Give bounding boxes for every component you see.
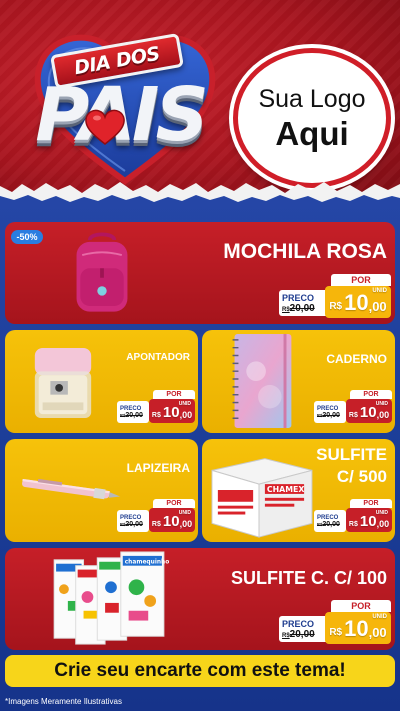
product-name: CADERNO bbox=[326, 352, 387, 366]
unit-label: UNID bbox=[372, 614, 387, 620]
old-price-value: 20,00 bbox=[125, 520, 143, 528]
product-card-caderno[interactable]: CADERNO POR PRECO R$20,00 R$ 10 ,00 UNID bbox=[202, 330, 395, 433]
old-price-value: 20,00 bbox=[322, 520, 340, 528]
cta-banner[interactable]: Crie seu encarte com este tema! bbox=[5, 655, 395, 687]
currency: R$ bbox=[151, 521, 161, 528]
new-price-int: 10 bbox=[359, 513, 377, 530]
old-price: R$20,00 bbox=[120, 521, 149, 528]
price-tag: POR PRECO R$20,00 R$ 10 ,00 UNID bbox=[279, 600, 391, 644]
header-banner: DIA DOS PAIS Sua Logo Aqui bbox=[0, 0, 400, 200]
currency: R$ bbox=[329, 627, 343, 638]
old-price: R$20,00 bbox=[317, 412, 346, 419]
currency: R$ bbox=[348, 521, 358, 528]
paper-brand-text: CHAMEX bbox=[267, 485, 305, 494]
product-name-line-1: SULFITE bbox=[316, 445, 387, 464]
old-price: R$20,00 bbox=[317, 521, 346, 528]
new-price-int: 10 bbox=[359, 404, 377, 421]
old-price-value: 20,00 bbox=[289, 302, 315, 314]
product-card-mochila[interactable]: -50% MOCHILA ROSA POR PRECO R$20,00 R$ 1… bbox=[5, 222, 395, 324]
price-label: PRECO bbox=[282, 618, 315, 629]
product-card-sulfite-500[interactable]: CHAMEX SULFITE C/ 500 POR PRECO R$20,00 … bbox=[202, 439, 395, 542]
new-price: R$ 10 ,00 UNID bbox=[346, 399, 392, 423]
new-price-int: 10 bbox=[344, 616, 369, 641]
price-tag: POR PRECO R$20,00 R$ 10 ,00 UNID bbox=[279, 274, 391, 318]
product-card-apontador[interactable]: APONTADOR POR PRECO R$20,00 R$ 10 ,00 UN… bbox=[5, 330, 198, 433]
por-label: POR bbox=[331, 600, 391, 612]
new-price-int: 10 bbox=[162, 404, 180, 421]
old-price-value: 20,00 bbox=[289, 628, 315, 640]
new-price-dec: ,00 bbox=[376, 410, 390, 420]
old-price-prefix: R$ bbox=[282, 632, 290, 639]
torn-paper-divider bbox=[0, 182, 400, 208]
product-name: LAPIZEIRA bbox=[126, 461, 190, 475]
product-name: APONTADOR bbox=[126, 352, 190, 363]
logo-line-2: Aqui bbox=[275, 115, 349, 152]
old-price-box: PRECO R$20,00 bbox=[117, 510, 149, 532]
new-price-int: 10 bbox=[162, 513, 180, 530]
price-tag: POR PRECO R$20,00 R$ 10 ,00 UNID bbox=[117, 499, 195, 533]
currency: R$ bbox=[348, 412, 358, 419]
old-price-box: PRECO R$20,00 bbox=[117, 401, 149, 423]
new-price: R$ 10 ,00 UNID bbox=[325, 612, 391, 644]
price-tag: POR PRECO R$20,00 R$ 10 ,00 UNID bbox=[314, 499, 392, 533]
logo-placeholder: Sua Logo Aqui bbox=[233, 48, 391, 188]
new-price-dec: ,00 bbox=[368, 625, 387, 640]
old-price-box: PRECO R$20,00 bbox=[279, 616, 329, 642]
product-name-line-2: C/ 500 bbox=[336, 467, 387, 486]
old-price: R$20,00 bbox=[282, 303, 329, 314]
por-label: POR bbox=[350, 390, 392, 399]
unit-label: UNID bbox=[375, 401, 388, 407]
unit-label: UNID bbox=[375, 510, 388, 516]
currency: R$ bbox=[329, 301, 343, 312]
product-name: SULFITE C. C/ 100 bbox=[230, 568, 387, 588]
product-card-sulfite-100[interactable]: chamequinho SULFITE C. C/ 100 POR PRECO … bbox=[5, 548, 395, 650]
discount-badge: -50% bbox=[11, 230, 43, 244]
old-price-prefix: R$ bbox=[282, 306, 290, 313]
product-name: MOCHILA ROSA bbox=[223, 240, 387, 263]
old-price-value: 20,00 bbox=[125, 411, 143, 419]
paper-box-icon: CHAMEX bbox=[211, 458, 313, 538]
new-price-dec: ,00 bbox=[179, 519, 193, 529]
old-price-value: 20,00 bbox=[322, 411, 340, 419]
old-price-box: PRECO R$20,00 bbox=[314, 510, 346, 532]
new-price: R$ 10 ,00 UNID bbox=[325, 286, 391, 318]
unit-label: UNID bbox=[372, 288, 387, 294]
notebook-icon bbox=[232, 333, 292, 429]
por-label: POR bbox=[331, 274, 391, 286]
price-label: PRECO bbox=[282, 292, 315, 303]
new-price: R$ 10 ,00 UNID bbox=[149, 399, 195, 423]
por-label: POR bbox=[153, 499, 195, 508]
price-tag: POR PRECO R$20,00 R$ 10 ,00 UNID bbox=[314, 390, 392, 424]
new-price-int: 10 bbox=[344, 290, 369, 315]
colored-paper-brand: chamequinho bbox=[125, 560, 170, 566]
old-price: R$20,00 bbox=[282, 629, 329, 640]
old-price: R$20,00 bbox=[120, 412, 149, 419]
colored-paper-icon: chamequinho bbox=[53, 551, 170, 645]
logo-line-1: Sua Logo bbox=[258, 85, 366, 113]
new-price-dec: ,00 bbox=[179, 410, 193, 420]
old-price-box: PRECO R$20,00 bbox=[314, 401, 346, 423]
red-heart-icon bbox=[85, 109, 125, 145]
old-price-box: PRECO R$20,00 bbox=[279, 290, 329, 316]
backpack-icon bbox=[76, 232, 128, 312]
price-tag: POR PRECO R$20,00 R$ 10 ,00 UNID bbox=[117, 390, 195, 424]
por-label: POR bbox=[153, 390, 195, 399]
new-price-dec: ,00 bbox=[368, 299, 387, 314]
new-price-dec: ,00 bbox=[376, 519, 390, 529]
new-price: R$ 10 ,00 UNID bbox=[346, 508, 392, 532]
por-label: POR bbox=[350, 499, 392, 508]
sharpener-icon bbox=[34, 348, 92, 418]
footnote: *Imagens Meramente Ilustrativas bbox=[5, 697, 122, 706]
currency: R$ bbox=[151, 412, 161, 419]
product-card-lapizeira[interactable]: LAPIZEIRA POR PRECO R$20,00 R$ 10 ,00 UN… bbox=[5, 439, 198, 542]
new-price: R$ 10 ,00 UNID bbox=[149, 508, 195, 532]
unit-label: UNID bbox=[178, 401, 191, 407]
pencil-icon bbox=[22, 479, 121, 500]
unit-label: UNID bbox=[178, 510, 191, 516]
